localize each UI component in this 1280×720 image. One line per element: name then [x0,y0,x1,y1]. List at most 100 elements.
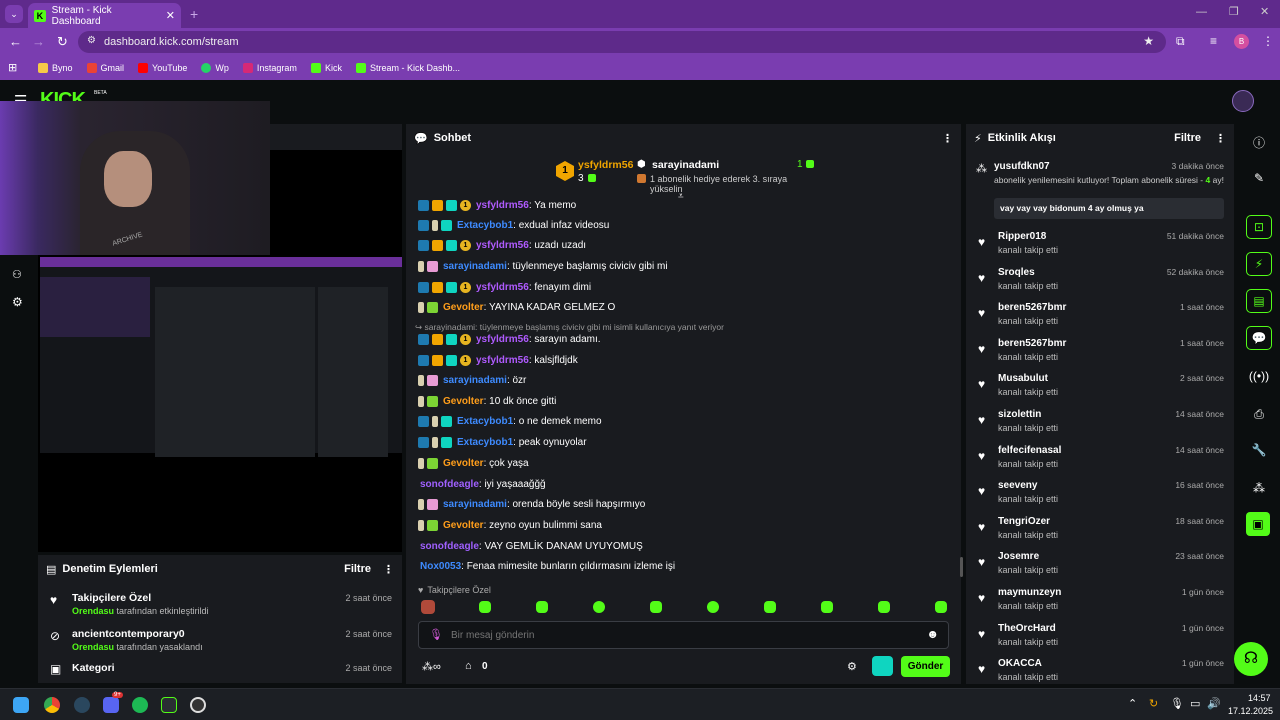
profile-avatar[interactable]: B [1234,34,1249,49]
tray-sync-icon[interactable]: ↻ [1149,697,1158,710]
site-info-icon[interactable]: ⚙ [87,35,96,46]
bookmark-kick[interactable]: Kick [310,63,342,73]
chat-username[interactable]: ysfyldrm56 [476,282,529,293]
bookmark-youtube[interactable]: YouTube [138,63,187,73]
chat-username[interactable]: Gevolter [443,302,484,313]
screen-capture-icon[interactable]: ⊡ [1246,215,1272,239]
points-icon[interactable]: ⁂∞ [422,660,441,673]
kick-bot-button[interactable] [872,656,893,676]
chat-username[interactable]: sarayinadami [443,499,507,510]
gifter-name[interactable]: ysfyldrm56 [578,159,633,171]
bookmark-wp[interactable]: Wp [201,63,229,73]
follower-name[interactable]: Musabulut [998,373,1048,384]
store-icon[interactable]: ⌂ [465,660,472,672]
moderator-name[interactable]: Orendasu [72,606,114,616]
windows-start-icon[interactable] [13,697,29,713]
chat-username[interactable]: Extacybob1 [457,437,513,448]
tray-network-icon[interactable]: ▭ [1190,697,1200,710]
community-icon[interactable]: ⁂ [1246,476,1272,500]
info-icon[interactable]: ⓘ [1246,130,1272,154]
follower-name[interactable]: felfecifenasal [998,445,1061,456]
gifter-name[interactable]: sarayinadami [652,159,719,171]
taskbar-date[interactable]: 17.12.2025 [1228,706,1273,716]
moderation-panel-icon[interactable]: ▤ [1246,289,1272,313]
wrench-icon[interactable]: 🔧 [1246,438,1272,462]
follower-name[interactable]: Sroqles [998,267,1035,278]
printer-icon[interactable]: ⎙ [1246,402,1272,426]
chat-username[interactable]: Gevolter [443,520,484,531]
follower-name[interactable]: sizolettin [998,409,1041,420]
microphone-icon[interactable]: 🎙 [429,628,443,641]
broadcast-icon[interactable]: ((•)) [1246,364,1272,388]
edit-pencil-icon[interactable]: ✎ [1246,166,1272,190]
chat-username[interactable]: sonofdeagle [420,541,479,552]
tab-close-icon[interactable]: ✕ [166,9,175,22]
follower-name[interactable]: beren5267bmr [998,338,1066,349]
browser-tab[interactable]: K Stream - Kick Dashboard ✕ [28,3,181,28]
chat-username[interactable]: ysfyldrm56 [476,200,529,211]
follower-name[interactable]: beren5267bmr [998,302,1066,313]
steam-icon[interactable] [74,697,90,713]
chat-username[interactable]: sarayinadami [443,375,507,386]
minimize-button[interactable]: — [1196,6,1207,18]
bookmark-byno[interactable]: Byno [38,63,73,73]
apps-icon[interactable]: ⊞ [8,61,17,74]
bookmark-instagram[interactable]: Instagram [242,63,297,73]
chat-input-box[interactable]: 🎙 ☻ [418,621,949,649]
chat-username[interactable]: sonofdeagle [420,479,479,490]
follower-name[interactable]: OKACCA [998,658,1042,669]
maximize-button[interactable]: ❐ [1229,5,1239,18]
tray-chevron-icon[interactable]: ⌃ [1128,697,1137,710]
activity-filter-button[interactable]: Filtre [1174,132,1201,145]
tray-mic-icon[interactable]: 🎙 [1170,697,1184,710]
chat-username[interactable]: ysfyldrm56 [476,355,529,366]
chrome-icon[interactable] [44,697,60,713]
emote-icon[interactable] [878,601,890,613]
close-window-button[interactable]: ✕ [1260,5,1269,18]
moderation-more-icon[interactable]: ⋮ [383,563,394,576]
moderation-filter-button[interactable]: Filtre [344,563,371,576]
tray-volume-icon[interactable]: 🔊 [1207,697,1221,710]
follower-name[interactable]: maymunzeyn [998,587,1061,598]
extensions-icon[interactable]: ⧉ [1176,34,1185,49]
resub-user[interactable]: yusufdkn07 [994,161,1050,172]
bookmark-star-icon[interactable]: ★ [1143,34,1154,48]
lightning-panel-icon[interactable]: ⚡ [1246,252,1272,276]
follower-name[interactable]: TengriOzer [998,516,1050,527]
tab-menu-button[interactable]: ⌄ [5,5,23,23]
media-icon[interactable]: ≡ [1210,34,1217,48]
emote-icon[interactable] [935,601,947,613]
activity-more-icon[interactable]: ⋮ [1215,132,1226,145]
follower-name[interactable]: seeveny [998,480,1037,491]
chat-message-input[interactable] [451,626,911,644]
help-support-button[interactable]: ☊ [1234,642,1268,676]
emote-icon[interactable] [821,601,833,613]
discord-icon[interactable] [103,697,119,713]
taskbar-time[interactable]: 14:57 [1248,693,1271,703]
users-icon[interactable]: ⚇ [12,268,22,281]
follower-name[interactable]: TheOrcHard [998,623,1056,634]
chat-username[interactable]: ysfyldrm56 [476,334,529,345]
user-emote-icon[interactable] [421,600,435,614]
chat-username[interactable]: Gevolter [443,458,484,469]
user-avatar[interactable] [1232,90,1254,112]
address-bar[interactable]: ⚙ dashboard.kick.com/stream ★ [78,31,1166,53]
back-icon[interactable]: ← [9,34,22,49]
kick-game-icon[interactable]: ▣ [1246,512,1270,536]
new-tab-button[interactable]: + [190,6,198,22]
forward-icon[interactable]: → [32,34,45,49]
emoji-picker-icon[interactable]: ☻ [926,627,939,641]
chat-settings-icon[interactable]: ⚙ [847,660,857,673]
send-button[interactable]: Gönder [901,656,950,677]
emote-icon[interactable] [707,601,719,613]
settings-gear-icon[interactable]: ⚙ [12,295,23,309]
reload-icon[interactable]: ↻ [57,34,68,50]
moderator-name[interactable]: Orendasu [72,642,114,652]
chat-panel-icon[interactable]: 💬 [1246,326,1272,350]
emote-icon[interactable] [536,601,548,613]
chat-more-icon[interactable]: ⋮ [942,132,953,145]
follower-name[interactable]: Ripper018 [998,231,1046,242]
chat-username[interactable]: Extacybob1 [457,416,513,427]
bookmark-stream-dashboard[interactable]: Stream - Kick Dashb... [355,63,460,73]
chat-username[interactable]: Extacybob1 [457,220,513,231]
